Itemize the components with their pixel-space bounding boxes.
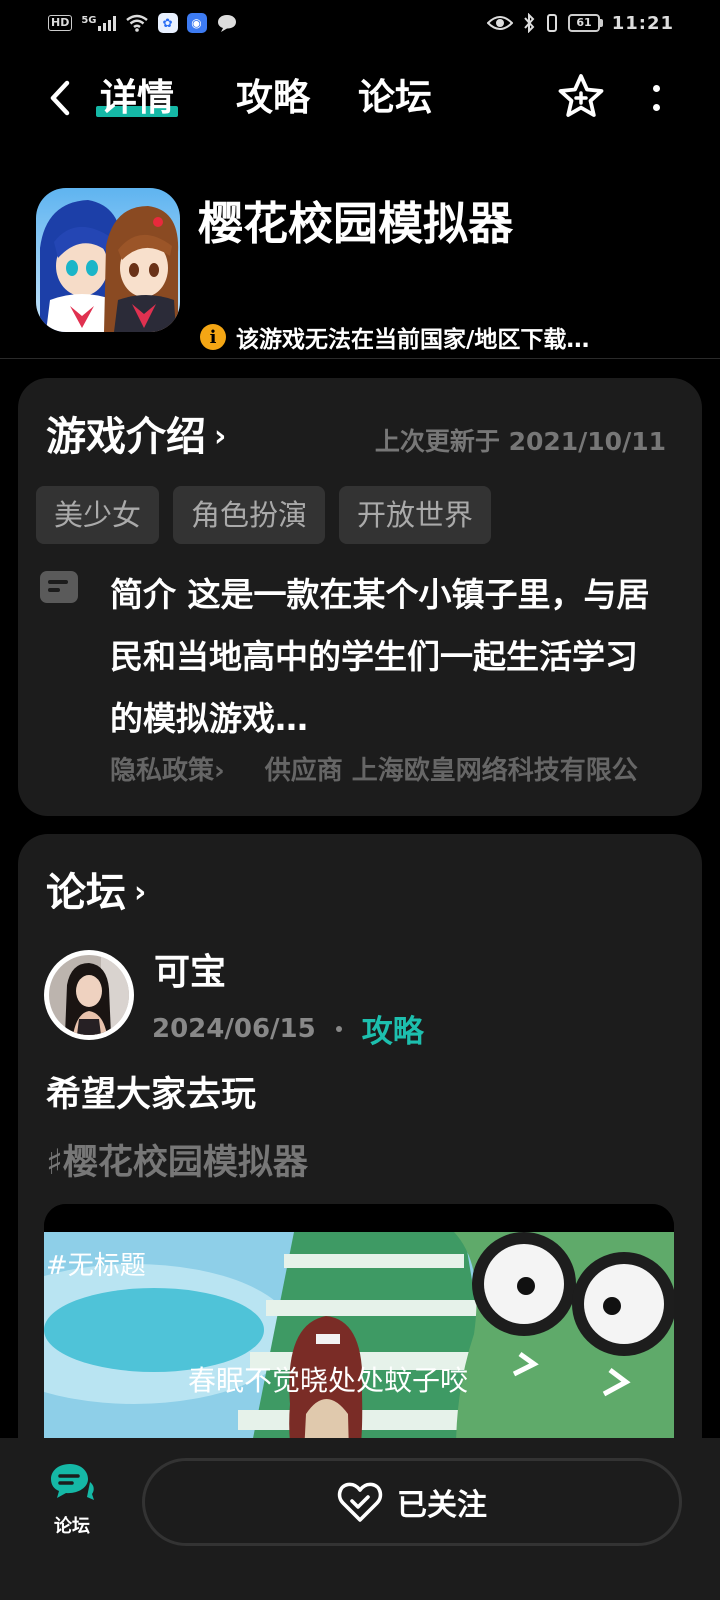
back-button[interactable] [40, 76, 80, 120]
vibrate-icon [547, 14, 558, 32]
follow-label: 已关注 [397, 1488, 487, 1523]
chevron-left-icon [50, 80, 70, 116]
post-meta: 2024/06/15 攻略 [152, 1006, 424, 1051]
last-updated: 上次更新于 2021/10/11 [374, 427, 666, 456]
bottom-bar: 论坛 已关注 [0, 1438, 720, 1600]
bottom-forum-button[interactable]: 论坛 [48, 1460, 96, 1538]
more-dot-icon [652, 85, 660, 92]
clock: 11:21 [611, 12, 674, 34]
post-hashtag[interactable]: ♯樱花校园模拟器 [46, 1140, 308, 1186]
region-notice: i 该游戏无法在当前国家/地区下载… [200, 320, 589, 354]
browser-app-icon: ◉ [186, 13, 207, 33]
info-warning-icon: i [200, 324, 226, 350]
post-date: 2024/06/15 [152, 1013, 316, 1044]
tab-forum[interactable]: 论坛 [358, 76, 432, 120]
game-intro-card: 游戏介绍 › 上次更新于 2021/10/11 美少女 角色扮演 开放世界 简介… [18, 378, 702, 816]
follow-button[interactable]: 已关注 [142, 1458, 682, 1546]
heart-check-icon [337, 1482, 383, 1522]
vendor-info: 供应商 上海欧皇网络科技有限公 [264, 756, 638, 786]
post-title[interactable]: 希望大家去玩 [46, 1072, 256, 1118]
tab-detail[interactable]: 详情 [96, 76, 178, 120]
app-title: 樱花校园模拟器 [198, 197, 514, 250]
game-intro-heading[interactable]: 游戏介绍 › [46, 412, 226, 462]
image-caption-top: #无标题 [46, 1251, 146, 1281]
more-button[interactable] [636, 74, 676, 122]
post-category[interactable]: 攻略 [362, 1006, 424, 1051]
region-notice-text: 该游戏无法在当前国家/地区下载… [236, 327, 590, 353]
tag-list: 美少女 角色扮演 开放世界 [36, 486, 492, 544]
privacy-policy-link[interactable]: 隐私政策› [110, 750, 225, 787]
tab-guide[interactable]: 攻略 [236, 76, 310, 120]
top-nav: 详情 攻略 论坛 [0, 62, 720, 138]
description-meta: 隐私政策› 供应商 上海欧皇网络科技有限公 [110, 750, 690, 787]
bluetooth-icon [524, 13, 535, 33]
post-author[interactable]: 可宝 [154, 950, 226, 996]
favorite-button[interactable] [556, 72, 606, 122]
tag-chip[interactable]: 开放世界 [339, 486, 492, 544]
star-plus-icon [558, 74, 604, 117]
bottom-forum-label: 论坛 [54, 1516, 90, 1537]
hd-badge: HD [48, 15, 73, 31]
chevron-right-icon: › [214, 419, 227, 454]
eye-icon [487, 16, 514, 30]
avatar[interactable] [44, 950, 134, 1040]
image-caption: 春眠不觉晓处处蚊子咬 [188, 1364, 468, 1397]
separator-dot [335, 1025, 342, 1032]
tag-chip[interactable]: 角色扮演 [173, 486, 326, 544]
wifi-icon [125, 14, 148, 32]
chat-bubble-icon [217, 15, 236, 32]
chevron-right-icon: › [134, 875, 147, 910]
forum-heading[interactable]: 论坛 › [46, 868, 146, 918]
game-description[interactable]: 简介 这是一款在某个小镇子里，与居民和当地高中的学生们一起生活学习的模拟游戏… [110, 564, 650, 750]
more-dot-icon [652, 104, 660, 111]
app-icon [36, 188, 180, 332]
paw-app-icon: ✿ [157, 13, 178, 33]
header-divider [0, 358, 720, 359]
signal-icon: 5G [81, 15, 116, 31]
forum-chat-icon [51, 1464, 94, 1500]
tag-chip[interactable]: 美少女 [36, 486, 160, 544]
description-icon [40, 571, 78, 603]
status-bar: HD 5G ✿ ◉ 61 11:21 [0, 0, 720, 46]
battery-icon: 61 [568, 14, 603, 32]
